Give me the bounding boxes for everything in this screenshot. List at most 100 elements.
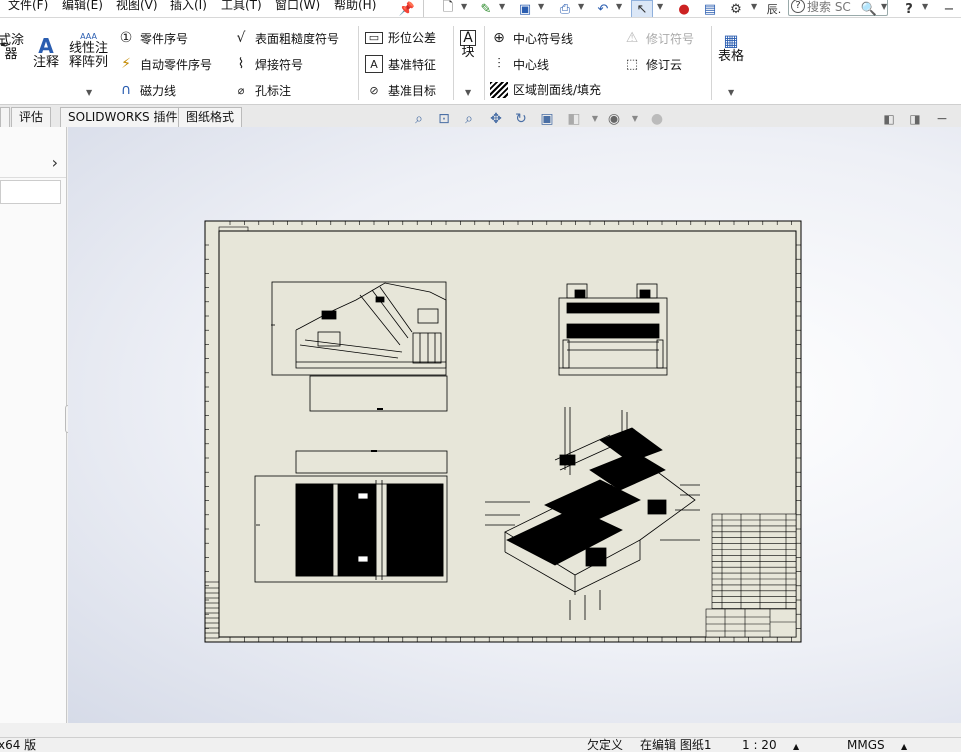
- chevron-down-icon[interactable]: ▼: [86, 88, 92, 97]
- rotate-icon[interactable]: ↻: [512, 110, 530, 128]
- surface-finish-button[interactable]: √ 表面粗糙度符号: [232, 29, 339, 47]
- save-icon[interactable]: ▣: [514, 0, 536, 17]
- chevron-down-icon[interactable]: ▼: [586, 110, 604, 128]
- new-document-icon[interactable]: 🗋: [437, 0, 459, 17]
- tab-solidworks-addins[interactable]: SOLIDWORKS 插件: [60, 107, 186, 127]
- note-icon: A: [38, 34, 54, 58]
- tab-evaluate[interactable]: 评估: [11, 107, 52, 127]
- revision-cloud-button[interactable]: ⬚ 修订云: [623, 55, 682, 73]
- chevron-up-icon[interactable]: ▲: [793, 740, 799, 752]
- tab-partial[interactable]: [0, 107, 10, 127]
- chevron-down-icon[interactable]: ▼: [751, 2, 759, 16]
- chevron-right-icon[interactable]: ›: [52, 153, 58, 172]
- panel-right-icon[interactable]: ◨: [906, 110, 924, 128]
- centerline-icon: ⫶: [497, 56, 501, 72]
- centerline-label: 中心线: [513, 57, 550, 72]
- revision-symbol-button[interactable]: ⚠ 修订符号: [623, 29, 694, 47]
- hole-callout-icon: ⌀: [237, 83, 245, 97]
- area-hatch-label: 区域剖面线/填充: [513, 83, 602, 97]
- surface-finish-label: 表面粗糙度符号: [255, 31, 340, 46]
- zoom-to-fit-icon[interactable]: ⌕: [410, 110, 428, 128]
- feature-manager-panel: ›: [0, 127, 67, 723]
- menu-help[interactable]: 帮助(H): [334, 0, 376, 13]
- menu-view[interactable]: 视图(V): [116, 0, 158, 13]
- version-text: x64 版: [0, 738, 37, 752]
- help-button[interactable]: ?: [898, 0, 920, 17]
- open-icon[interactable]: ✎: [475, 0, 497, 17]
- appearance-sphere-icon[interactable]: ●: [648, 110, 666, 128]
- weld-symbol-label: 焊接符号: [255, 57, 304, 72]
- weld-symbol-button[interactable]: ⌇ 焊接符号: [232, 55, 303, 73]
- chevron-down-icon[interactable]: ▼: [538, 2, 546, 16]
- chevron-up-icon[interactable]: ▲: [901, 740, 907, 752]
- tree-row[interactable]: ›: [0, 150, 66, 178]
- view-settings-icon[interactable]: ▣: [538, 110, 556, 128]
- panel-left-icon[interactable]: ◧: [880, 110, 898, 128]
- rebuild-icon[interactable]: ●: [673, 0, 695, 17]
- chevron-down-icon[interactable]: ▼: [728, 88, 734, 97]
- magnetic-line-button[interactable]: ∩ 磁力线: [117, 81, 176, 99]
- menu-file[interactable]: 文件(F): [8, 0, 48, 13]
- chevron-down-icon[interactable]: ▼: [626, 110, 644, 128]
- more-icon[interactable]: 辰.: [763, 0, 785, 17]
- menu-tools[interactable]: 工具(T): [221, 0, 262, 13]
- note-button[interactable]: A 注释: [33, 36, 59, 70]
- chevron-down-icon[interactable]: ▼: [578, 2, 586, 16]
- chevron-down-icon[interactable]: ▼: [461, 2, 469, 16]
- graphics-area[interactable]: [68, 127, 961, 723]
- auto-balloon-icon: ⚡: [121, 56, 131, 72]
- linear-note-pattern-button[interactable]: AAA 线性注 释阵列: [69, 32, 108, 70]
- datum-feature-label: 基准特征: [388, 57, 437, 72]
- block-button[interactable]: A 块: [460, 30, 476, 60]
- display-style-icon[interactable]: ◧: [565, 110, 583, 128]
- minimize-icon[interactable]: −: [933, 110, 951, 128]
- search-icon[interactable]: 🔍: [860, 0, 878, 17]
- menu-window[interactable]: 窗口(W): [275, 0, 320, 13]
- auto-balloon-button[interactable]: ⚡ 自动零件序号: [117, 55, 212, 73]
- tab-sheet-format[interactable]: 图纸格式: [178, 107, 243, 127]
- undo-icon[interactable]: ↶: [592, 0, 614, 17]
- ribbon-label: 线性注: [69, 41, 109, 56]
- options-gear-icon[interactable]: ⚙: [725, 0, 747, 17]
- area-hatch-button[interactable]: 区域剖面线/填充: [490, 81, 601, 98]
- zoom-to-area-icon[interactable]: ⊡: [435, 110, 453, 128]
- balloon-label: 零件序号: [140, 31, 189, 46]
- menu-edit[interactable]: 编辑(E): [62, 0, 103, 13]
- menu-bar: 文件(F) 编辑(E) 视图(V) 插入(I) 工具(T) 窗口(W) 帮助(H…: [0, 0, 961, 18]
- chevron-down-icon[interactable]: ▼: [657, 2, 665, 16]
- chevron-down-icon[interactable]: ▼: [465, 88, 471, 97]
- filter-field[interactable]: [0, 180, 61, 204]
- ribbon-label: 释阵列: [69, 55, 109, 70]
- datum-target-button[interactable]: ⊘ 基准目标: [365, 81, 436, 99]
- status-scale[interactable]: 1 : 20: [742, 738, 777, 752]
- minimize-icon[interactable]: −: [938, 0, 960, 17]
- chevron-down-icon[interactable]: ▼: [881, 2, 889, 16]
- status-units[interactable]: MMGS: [847, 738, 885, 752]
- chevron-down-icon[interactable]: ▼: [922, 2, 930, 16]
- pan-icon[interactable]: ✥: [487, 110, 505, 128]
- chevron-down-icon[interactable]: ▼: [499, 2, 507, 16]
- geometric-tolerance-button[interactable]: ▭ 形位公差: [365, 29, 436, 46]
- divider: [453, 26, 454, 100]
- hide-show-eye-icon[interactable]: ◉: [605, 110, 623, 128]
- menu-insert[interactable]: 插入(I): [170, 0, 207, 13]
- zoom-in-out-icon[interactable]: ⌕: [460, 110, 478, 128]
- brush-icon: ✒: [0, 38, 11, 52]
- magnetic-line-label: 磁力线: [140, 83, 177, 98]
- title-block: [705, 608, 797, 638]
- pin-icon[interactable]: 📌: [396, 0, 418, 17]
- print-icon[interactable]: ⎙: [554, 0, 576, 17]
- select-pointer-icon[interactable]: ↖: [631, 0, 653, 17]
- chevron-down-icon[interactable]: ▼: [616, 2, 624, 16]
- divider: [484, 26, 485, 100]
- centerline-button[interactable]: ⫶ 中心线: [490, 55, 549, 73]
- datum-target-icon: ⊘: [369, 83, 379, 97]
- balloon-button[interactable]: ① 零件序号: [117, 29, 188, 47]
- file-properties-icon[interactable]: ▤: [699, 0, 721, 17]
- table-button[interactable]: ▦ 表格: [718, 32, 744, 64]
- hole-callout-button[interactable]: ⌀ 孔标注: [232, 81, 291, 99]
- table-label: 表格: [718, 49, 745, 64]
- center-mark-button[interactable]: ⊕ 中心符号线: [490, 29, 573, 47]
- hatch-icon: [490, 81, 508, 98]
- datum-feature-button[interactable]: A 基准特征: [365, 55, 436, 73]
